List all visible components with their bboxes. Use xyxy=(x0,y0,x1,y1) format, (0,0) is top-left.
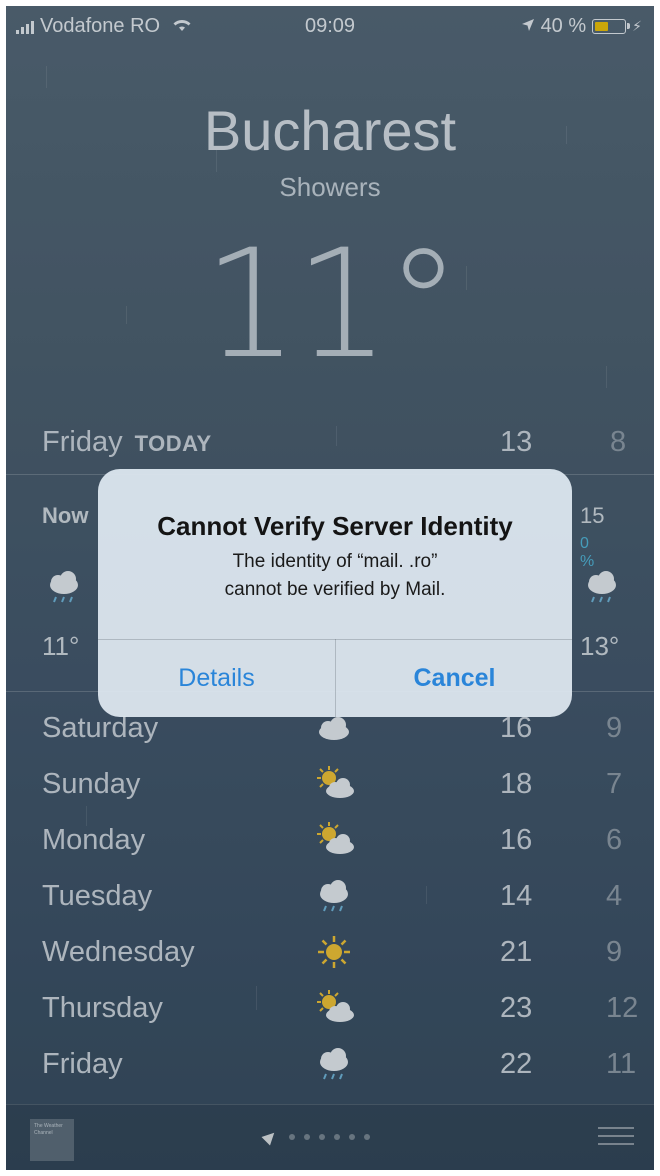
cancel-button[interactable]: Cancel xyxy=(336,640,572,717)
alert-message-line1: The identity of “mail. .ro” xyxy=(232,551,438,572)
alert-title: Cannot Verify Server Identity xyxy=(157,511,513,541)
alert-message-line2: cannot be verified by Mail. xyxy=(224,579,446,600)
alert-dialog: Cannot Verify Server Identity The identi… xyxy=(98,469,572,717)
details-button[interactable]: Details xyxy=(98,640,335,717)
weather-screen: Vodafone RO 09:09 40 % ⚡ Bucharest Showe… xyxy=(6,6,654,1170)
